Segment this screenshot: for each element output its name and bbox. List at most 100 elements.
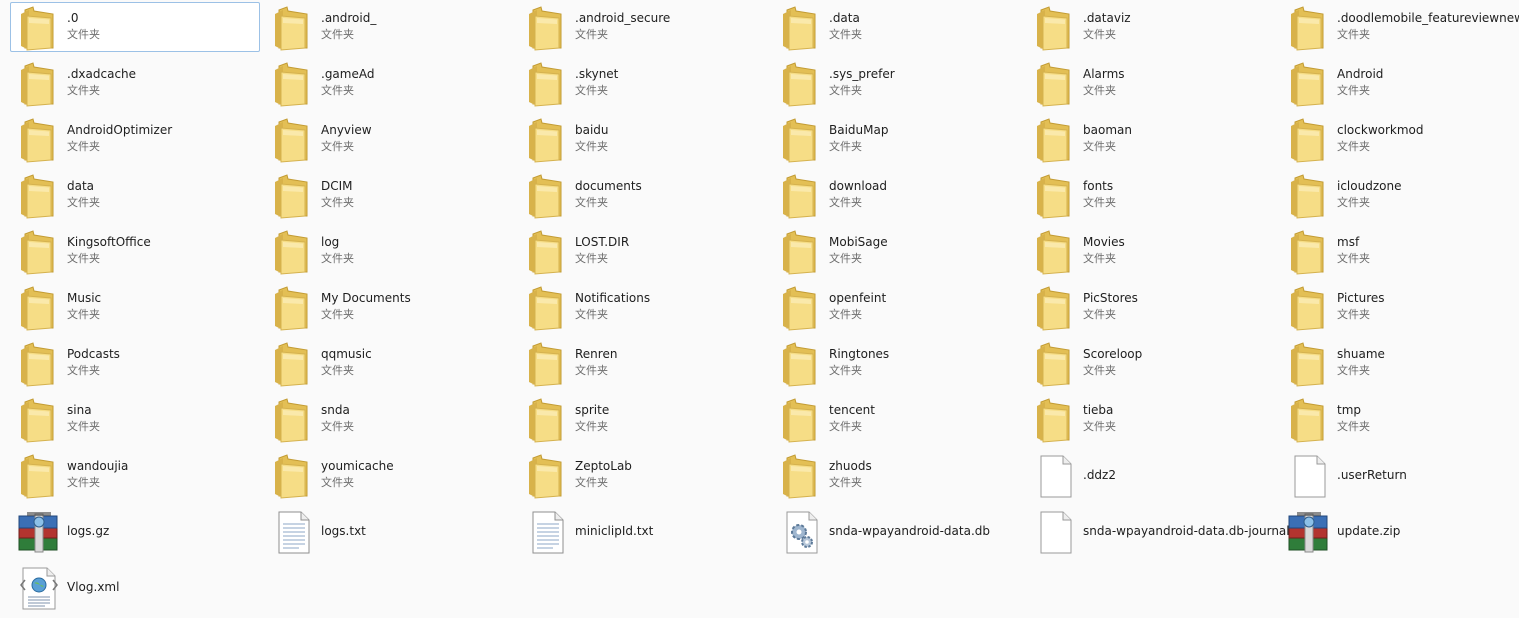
- file-item[interactable]: shuame 文件夹: [1280, 338, 1519, 388]
- file-item[interactable]: Android 文件夹: [1280, 58, 1519, 108]
- file-name: fonts: [1083, 179, 1114, 193]
- file-name: Scoreloop: [1083, 347, 1143, 361]
- file-item[interactable]: Scoreloop 文件夹: [1026, 338, 1276, 388]
- file-item[interactable]: snda 文件夹: [264, 394, 514, 444]
- file-name: snda: [321, 403, 350, 417]
- file-item[interactable]: PicStores 文件夹: [1026, 282, 1276, 332]
- file-item[interactable]: Alarms 文件夹: [1026, 58, 1276, 108]
- blank-file-icon: [1031, 452, 1079, 500]
- folder-icon: [1285, 4, 1333, 52]
- file-item[interactable]: tencent 文件夹: [772, 394, 1022, 444]
- file-item[interactable]: snda-wpayandroid-data.db-journal: [1026, 506, 1290, 556]
- file-item[interactable]: Movies 文件夹: [1026, 226, 1276, 276]
- file-item[interactable]: DCIM 文件夹: [264, 170, 514, 220]
- file-item[interactable]: .gameAd 文件夹: [264, 58, 514, 108]
- file-item[interactable]: .android_ 文件夹: [264, 2, 514, 52]
- file-name: Podcasts: [67, 347, 120, 361]
- file-item[interactable]: msf 文件夹: [1280, 226, 1519, 276]
- file-name: BaiduMap: [829, 123, 889, 137]
- file-item[interactable]: logs.txt: [264, 506, 514, 556]
- file-item[interactable]: logs.gz: [10, 506, 260, 556]
- file-item[interactable]: download 文件夹: [772, 170, 1022, 220]
- file-item[interactable]: baoman 文件夹: [1026, 114, 1276, 164]
- file-item[interactable]: update.zip: [1280, 506, 1519, 556]
- file-type: 文件夹: [321, 364, 354, 377]
- file-item[interactable]: Anyview 文件夹: [264, 114, 514, 164]
- file-type: 文件夹: [1337, 140, 1370, 153]
- file-name: .android_: [321, 11, 377, 25]
- file-item[interactable]: miniclipId.txt: [518, 506, 768, 556]
- file-item[interactable]: Pictures 文件夹: [1280, 282, 1519, 332]
- file-name: Anyview: [321, 123, 372, 137]
- file-item[interactable]: qqmusic 文件夹: [264, 338, 514, 388]
- file-item[interactable]: sina 文件夹: [10, 394, 260, 444]
- file-name: Renren: [575, 347, 618, 361]
- file-item[interactable]: BaiduMap 文件夹: [772, 114, 1022, 164]
- file-item[interactable]: KingsoftOffice 文件夹: [10, 226, 260, 276]
- file-name: snda-wpayandroid-data.db-journal: [1083, 524, 1290, 538]
- file-item[interactable]: MobiSage 文件夹: [772, 226, 1022, 276]
- file-item[interactable]: ZeptoLab 文件夹: [518, 450, 768, 500]
- file-name: wandoujia: [67, 459, 129, 473]
- file-item[interactable]: LOST.DIR 文件夹: [518, 226, 768, 276]
- folder-icon: [523, 228, 571, 276]
- file-item[interactable]: .doodlemobile_featureviewnew 文件夹: [1280, 2, 1519, 52]
- file-type: 文件夹: [321, 476, 354, 489]
- file-item[interactable]: .sys_prefer 文件夹: [772, 58, 1022, 108]
- file-item[interactable]: .dataviz 文件夹: [1026, 2, 1276, 52]
- file-item[interactable]: .dxadcache 文件夹: [10, 58, 260, 108]
- file-item[interactable]: clockworkmod 文件夹: [1280, 114, 1519, 164]
- folder-icon: [1031, 228, 1079, 276]
- file-item[interactable]: tieba 文件夹: [1026, 394, 1276, 444]
- file-item[interactable]: My Documents 文件夹: [264, 282, 514, 332]
- file-type: 文件夹: [575, 84, 608, 97]
- file-item[interactable]: Podcasts 文件夹: [10, 338, 260, 388]
- file-item[interactable]: openfeint 文件夹: [772, 282, 1022, 332]
- file-name: documents: [575, 179, 642, 193]
- file-item[interactable]: .0 文件夹: [10, 2, 260, 52]
- folder-icon: [777, 116, 825, 164]
- file-item[interactable]: .android_secure 文件夹: [518, 2, 768, 52]
- file-name: Android: [1337, 67, 1384, 81]
- file-name: Vlog.xml: [67, 580, 120, 594]
- file-name: sina: [67, 403, 92, 417]
- file-name: snda-wpayandroid-data.db: [829, 524, 990, 538]
- file-item[interactable]: snda-wpayandroid-data.db: [772, 506, 1022, 556]
- file-item[interactable]: .userReturn: [1280, 450, 1519, 500]
- file-name: log: [321, 235, 340, 249]
- file-name: Notifications: [575, 291, 651, 305]
- folder-icon: [523, 340, 571, 388]
- file-name: .android_secure: [575, 11, 671, 25]
- blank-file-icon: [1285, 452, 1333, 500]
- file-item[interactable]: zhuods 文件夹: [772, 450, 1022, 500]
- file-item[interactable]: .ddz2: [1026, 450, 1276, 500]
- file-item[interactable]: icloudzone 文件夹: [1280, 170, 1519, 220]
- file-item[interactable]: youmicache 文件夹: [264, 450, 514, 500]
- file-item[interactable]: Renren 文件夹: [518, 338, 768, 388]
- file-name: Alarms: [1083, 67, 1125, 81]
- file-item[interactable]: baidu 文件夹: [518, 114, 768, 164]
- file-grid: .0 文件夹 .android_ 文件夹 .android_secure 文件夹: [0, 0, 1519, 618]
- file-item[interactable]: .skynet 文件夹: [518, 58, 768, 108]
- folder-icon: [777, 452, 825, 500]
- file-type: 文件夹: [321, 308, 354, 321]
- file-item[interactable]: tmp 文件夹: [1280, 394, 1519, 444]
- file-item[interactable]: Ringtones 文件夹: [772, 338, 1022, 388]
- file-item[interactable]: data 文件夹: [10, 170, 260, 220]
- file-type: 文件夹: [321, 84, 354, 97]
- file-item[interactable]: AndroidOptimizer 文件夹: [10, 114, 260, 164]
- folder-icon: [523, 116, 571, 164]
- file-item[interactable]: Notifications 文件夹: [518, 282, 768, 332]
- blank-file-icon: [1031, 508, 1079, 556]
- file-name: .gameAd: [321, 67, 375, 81]
- file-item[interactable]: sprite 文件夹: [518, 394, 768, 444]
- file-item[interactable]: .data 文件夹: [772, 2, 1022, 52]
- file-item[interactable]: log 文件夹: [264, 226, 514, 276]
- file-item[interactable]: wandoujia 文件夹: [10, 450, 260, 500]
- file-item[interactable]: documents 文件夹: [518, 170, 768, 220]
- file-type: 文件夹: [575, 252, 608, 265]
- file-item[interactable]: fonts 文件夹: [1026, 170, 1276, 220]
- folder-icon: [777, 4, 825, 52]
- file-item[interactable]: Music 文件夹: [10, 282, 260, 332]
- file-item[interactable]: Vlog.xml: [10, 562, 260, 612]
